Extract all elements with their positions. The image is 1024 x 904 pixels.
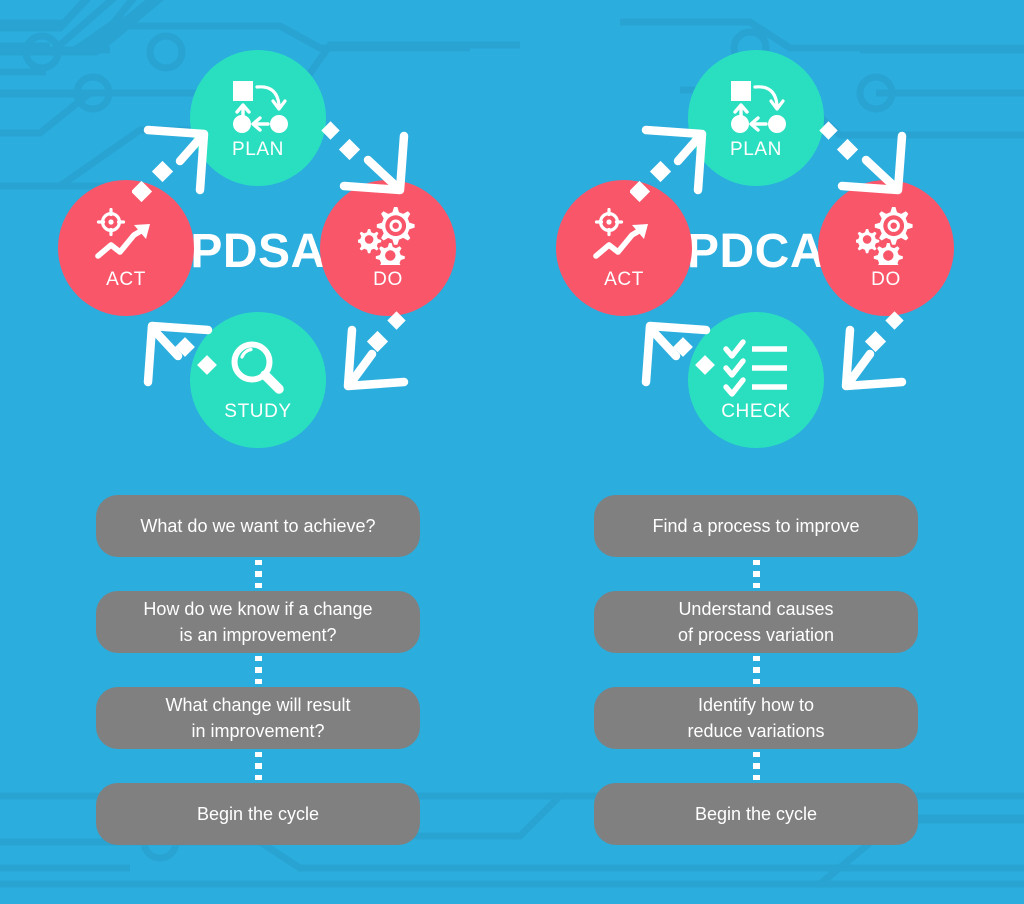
connector-dot [254,752,262,758]
connector-dot [254,571,262,577]
cycle-diagram-pdsa: PDSA PLAN DO STUDY ACT [48,20,468,470]
cycle-node-label: ACT [604,269,644,290]
dashed-arrow-down-left-icon [808,308,918,408]
connector-dot [752,656,760,662]
step-box[interactable]: What change will result in improvement? [96,687,420,749]
dashed-arrow-up-left-icon [132,308,242,408]
connector-dot [752,667,760,673]
step-box[interactable]: Understand causes of process variation [594,591,918,653]
gears-icon [856,205,916,267]
dashed-arrow-down-right-icon [808,114,918,214]
connector-dot [752,560,760,566]
connector-dot [254,582,262,588]
step-box[interactable]: Begin the cycle [594,783,918,845]
step-box[interactable]: What do we want to achieve? [96,495,420,557]
target-growth-arrow-icon [592,205,656,267]
step-connector-dots [594,749,918,783]
step-connector-dots [594,557,918,591]
connector-dot [254,667,262,673]
step-box[interactable]: How do we know if a change is an improvem… [96,591,420,653]
connector-dot [254,774,262,780]
target-growth-arrow-icon [94,205,158,267]
connector-dot [752,678,760,684]
connector-dot [752,571,760,577]
dashed-arrow-up-right-icon [628,114,740,214]
connector-dot [254,656,262,662]
connector-dot [254,763,262,769]
step-connector-dots [594,653,918,687]
cycle-node-label: ACT [106,269,146,290]
connector-dot [752,752,760,758]
dashed-arrow-down-right-icon [310,114,420,214]
step-connector-dots [96,653,420,687]
step-connector-dots [96,749,420,783]
cycle-diagram-pdca: PDCA PLAN DO CHECK ACT [546,20,966,470]
step-box[interactable]: Find a process to improve [594,495,918,557]
connector-dot [254,560,262,566]
connector-dot [752,582,760,588]
cycle-node-label: DO [373,269,403,290]
dashed-arrow-up-left-icon [630,308,740,408]
dashed-arrow-down-left-icon [310,308,420,408]
connector-dot [752,763,760,769]
connector-dot [254,678,262,684]
infographic-canvas: PDSA PLAN DO STUDY ACT PDCA PLAN DO CHEC… [0,0,1024,904]
step-box[interactable]: Begin the cycle [96,783,420,845]
connector-dot [752,774,760,780]
dashed-arrow-up-right-icon [130,114,242,214]
cycle-node-label: DO [871,269,901,290]
step-column-pdca: Find a process to improve Understand cau… [594,495,918,845]
step-box[interactable]: Identify how to reduce variations [594,687,918,749]
gears-icon [358,205,418,267]
step-connector-dots [96,557,420,591]
step-column-pdsa: What do we want to achieve? How do we kn… [96,495,420,845]
